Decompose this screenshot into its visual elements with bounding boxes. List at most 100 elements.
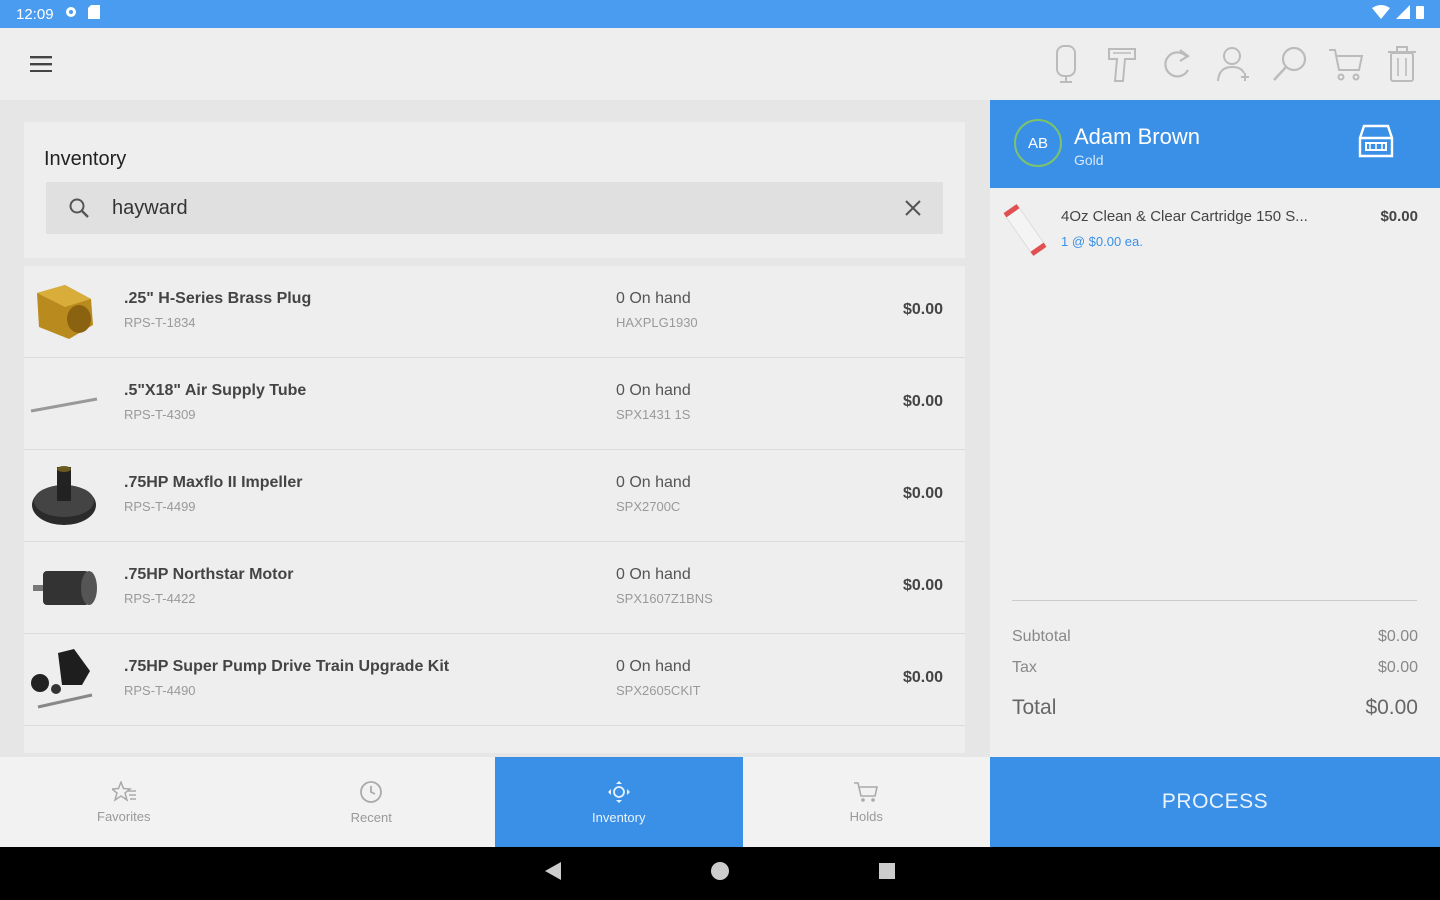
scan-button[interactable] xyxy=(1102,42,1142,86)
total-value: $0.00 xyxy=(1365,696,1418,719)
battery-icon xyxy=(1416,5,1424,23)
favorites-icon xyxy=(111,780,136,802)
product-name: .75HP Super Pump Drive Train Upgrade Kit xyxy=(124,658,450,675)
product-price: $0.00 xyxy=(902,301,943,318)
barcode-scanner-icon xyxy=(1108,48,1136,82)
cart-item-image xyxy=(1000,202,1050,263)
tax-label: Tax xyxy=(1012,659,1037,676)
voice-button[interactable] xyxy=(1046,42,1086,86)
product-stock: 0 On hand xyxy=(616,658,691,675)
product-code: SPX2700C xyxy=(616,499,681,514)
customer-header[interactable]: AB Adam Brown Gold xyxy=(990,100,1440,188)
inventory-search-card: Inventory xyxy=(24,122,965,258)
search-button[interactable] xyxy=(1270,42,1310,86)
delete-button[interactable] xyxy=(1382,42,1422,86)
nav-recent-label: Recent xyxy=(350,809,392,825)
signal-icon xyxy=(1396,5,1410,23)
inventory-row-partial[interactable] xyxy=(24,726,965,753)
clock-icon xyxy=(360,780,383,803)
nav-favorites[interactable]: Favorites xyxy=(0,757,248,847)
inventory-row[interactable]: .25" H-Series Brass Plug RPS-T-1834 0 On… xyxy=(24,266,965,358)
inventory-title: Inventory xyxy=(44,148,127,170)
product-price: $0.00 xyxy=(902,669,943,686)
product-name: .75HP Maxflo II Impeller xyxy=(124,474,303,491)
inventory-list: .25" H-Series Brass Plug RPS-T-1834 0 On… xyxy=(24,266,965,753)
tax-row: Tax $0.00 xyxy=(1012,659,1418,677)
sd-card-icon xyxy=(87,5,100,23)
recents-icon xyxy=(879,863,895,879)
holds-cart-icon xyxy=(854,781,879,802)
product-sku: RPS-T-4422 xyxy=(124,591,196,606)
product-stock: 0 On hand xyxy=(616,474,691,491)
inventory-icon xyxy=(607,780,630,803)
product-name: .75HP Northstar Motor xyxy=(124,566,294,583)
nav-inventory-label: Inventory xyxy=(592,809,646,825)
status-bar: 12:09 xyxy=(0,0,1440,28)
product-price: $0.00 xyxy=(902,577,943,594)
nav-holds[interactable]: Holds xyxy=(743,757,991,847)
cart-icon xyxy=(1329,49,1364,81)
settings-status-icon xyxy=(64,5,78,23)
product-name: .5"X18" Air Supply Tube xyxy=(124,382,307,399)
add-customer-icon xyxy=(1217,47,1249,82)
inventory-row[interactable]: .75HP Northstar Motor RPS-T-4422 0 On ha… xyxy=(24,542,965,634)
nav-holds-label: Holds xyxy=(849,808,883,824)
product-image-drive-kit xyxy=(28,644,100,716)
inventory-row[interactable]: .75HP Super Pump Drive Train Upgrade Kit… xyxy=(24,634,965,726)
inventory-row[interactable]: .5"X18" Air Supply Tube RPS-T-4309 0 On … xyxy=(24,358,965,450)
product-stock: 0 On hand xyxy=(616,382,691,399)
back-button[interactable] xyxy=(545,862,561,885)
product-code: SPX1431 1S xyxy=(616,407,691,422)
product-sku: RPS-T-4309 xyxy=(124,407,196,422)
product-code: SPX1607Z1BNS xyxy=(616,591,713,606)
close-icon xyxy=(905,200,921,216)
inventory-pane: Inventory .25" H-Series Brass Plug RPS-T… xyxy=(0,100,990,757)
search-input[interactable] xyxy=(112,196,883,220)
cart-pane: AB Adam Brown Gold 4Oz Clean & Clear Car… xyxy=(990,100,1440,757)
product-stock: 0 On hand xyxy=(616,566,691,583)
refresh-icon xyxy=(1164,49,1190,78)
refresh-button[interactable] xyxy=(1158,42,1198,86)
app-bar xyxy=(0,28,1440,100)
product-image-motor xyxy=(28,552,100,624)
inventory-row[interactable]: .75HP Maxflo II Impeller RPS-T-4499 0 On… xyxy=(24,450,965,542)
total-label: Total xyxy=(1012,696,1057,719)
search-icon xyxy=(1273,46,1307,81)
search-field-icon xyxy=(46,197,112,219)
product-sku: RPS-T-4490 xyxy=(124,683,196,698)
car-icon xyxy=(1358,124,1394,158)
product-sku: RPS-T-1834 xyxy=(124,315,196,330)
nav-recent[interactable]: Recent xyxy=(248,757,496,847)
cart-button[interactable] xyxy=(1326,42,1366,86)
home-button[interactable] xyxy=(711,862,729,885)
bottom-nav: Favorites Recent Inventory Holds xyxy=(0,757,990,847)
subtotal-value: $0.00 xyxy=(1377,628,1418,645)
recents-button[interactable] xyxy=(879,863,895,884)
product-stock: 0 On hand xyxy=(616,290,691,307)
add-customer-button[interactable] xyxy=(1214,42,1254,86)
tax-value: $0.00 xyxy=(1377,659,1418,676)
product-price: $0.00 xyxy=(902,485,943,502)
nav-favorites-label: Favorites xyxy=(97,808,151,824)
search-bar xyxy=(46,182,943,234)
subtotal-label: Subtotal xyxy=(1012,628,1071,645)
microphone-icon xyxy=(1056,45,1076,83)
summary-divider xyxy=(1012,600,1417,601)
cart-item-quantity: 1 @ $0.00 ea. xyxy=(1061,234,1143,249)
system-nav-bar xyxy=(0,847,1440,900)
product-image-impeller xyxy=(28,460,100,532)
total-row: Total $0.00 xyxy=(1012,696,1418,720)
subtotal-row: Subtotal $0.00 xyxy=(1012,628,1418,646)
product-image-brass-plug xyxy=(28,276,100,348)
cart-item[interactable]: 4Oz Clean & Clear Cartridge 150 S... 1 @… xyxy=(990,188,1440,268)
product-code: SPX2605CKIT xyxy=(616,683,701,698)
vehicle-button[interactable] xyxy=(1356,122,1396,167)
trash-icon xyxy=(1388,46,1416,82)
toolbar xyxy=(1046,42,1440,86)
product-image-air-tube xyxy=(28,368,100,440)
menu-button[interactable] xyxy=(0,28,82,100)
cart-item-name: 4Oz Clean & Clear Cartridge 150 S... xyxy=(1061,208,1308,225)
nav-inventory[interactable]: Inventory xyxy=(495,757,743,847)
process-button[interactable]: PROCESS xyxy=(990,757,1440,847)
clear-search-button[interactable] xyxy=(883,199,943,217)
